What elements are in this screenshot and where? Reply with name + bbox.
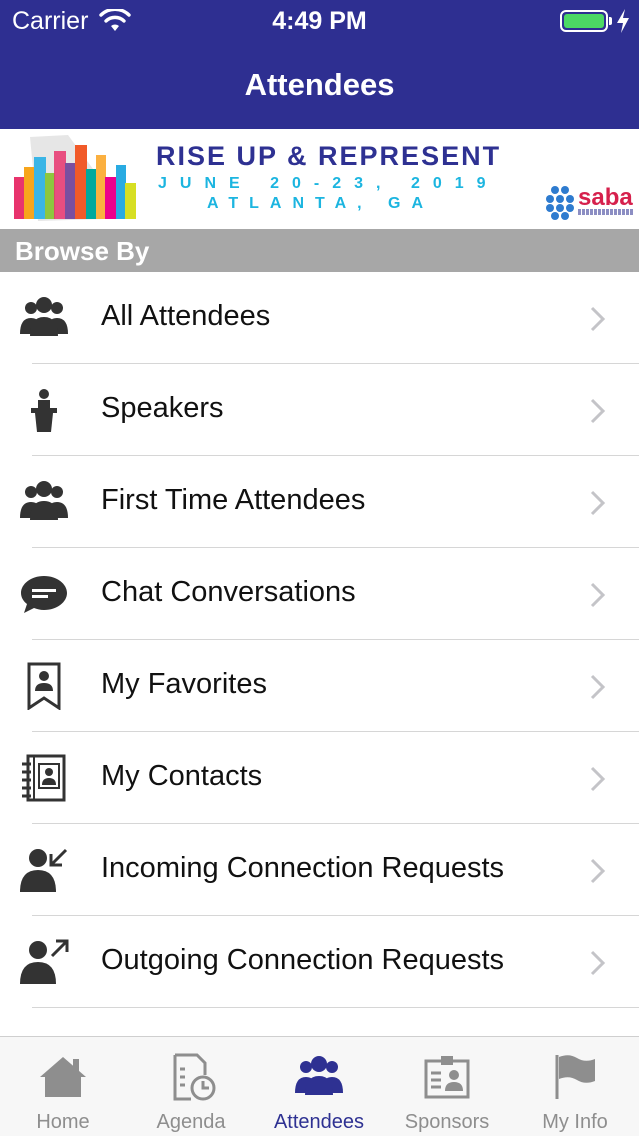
chevron-right-icon <box>590 398 606 424</box>
list-item-speakers[interactable]: Speakers <box>0 364 639 456</box>
banner-title: RISE UP & REPRESENT <box>156 141 502 171</box>
chevron-right-icon <box>590 582 606 608</box>
list-item-label: First Time Attendees <box>101 484 366 516</box>
tab-agenda[interactable]: Agenda <box>128 1037 254 1136</box>
event-banner[interactable]: RISE UP & REPRESENT JUNE 20-23, 2019 ATL… <box>0 129 639 229</box>
skyline-logo-icon <box>14 135 136 221</box>
list-item-my-favorites[interactable]: My Favorites <box>0 640 639 732</box>
tab-label: Agenda <box>156 1111 226 1133</box>
list-item-first-time-attendees[interactable]: First Time Attendees <box>0 456 639 548</box>
list-item-label: Incoming Connection Requests <box>101 852 505 884</box>
chevron-right-icon <box>590 950 606 976</box>
chevron-right-icon <box>590 306 606 332</box>
list-item-label: Speakers <box>101 392 224 424</box>
chevron-right-icon <box>590 858 606 884</box>
bookmark-person-icon <box>27 662 61 710</box>
banner-city: ATLANTA, GA <box>207 195 435 212</box>
sponsors-badge-icon <box>424 1056 470 1099</box>
browse-list: All Attendees Speakers First Time Attend… <box>0 272 639 1008</box>
tab-sponsors[interactable]: Sponsors <box>384 1037 510 1136</box>
section-header: Browse By <box>0 229 639 272</box>
group-icon <box>20 297 68 336</box>
list-item-outgoing-connection-requests[interactable]: Outgoing Connection Requests <box>0 916 639 1008</box>
list-item-all-attendees[interactable]: All Attendees <box>0 272 639 364</box>
list-item-incoming-connection-requests[interactable]: Incoming Connection Requests <box>0 824 639 916</box>
saba-logo-icon <box>546 186 574 220</box>
saba-logo-text: saba <box>578 184 633 211</box>
tab-label: My Info <box>542 1111 608 1133</box>
tab-label: Home <box>36 1111 90 1133</box>
list-item-label: My Contacts <box>101 760 263 792</box>
tab-label: Sponsors <box>404 1111 490 1133</box>
list-item-label: Outgoing Connection Requests <box>101 944 505 976</box>
person-outgoing-icon <box>20 939 69 984</box>
chevron-right-icon <box>590 490 606 516</box>
chevron-right-icon <box>590 674 606 700</box>
banner-dates: JUNE 20-23, 2019 <box>158 175 499 192</box>
group-icon <box>20 481 68 520</box>
list-item-chat-conversations[interactable]: Chat Conversations <box>0 548 639 640</box>
tab-label: Attendees <box>273 1111 365 1133</box>
status-bar: Carrier 4:49 PM <box>0 0 639 42</box>
list-item-label: My Favorites <box>101 668 267 700</box>
tab-home[interactable]: Home <box>0 1037 126 1136</box>
saba-logo-tagline <box>578 209 634 215</box>
navigation-header: Carrier 4:49 PM Attendees <box>0 0 639 129</box>
flag-icon <box>555 1055 595 1099</box>
agenda-clock-icon <box>173 1053 216 1101</box>
list-item-label: All Attendees <box>101 300 271 332</box>
tab-bar: Home Agenda Attendees Sponsors My Info <box>0 1036 639 1136</box>
chevron-right-icon <box>590 766 606 792</box>
person-incoming-icon <box>20 848 68 892</box>
attendees-icon <box>295 1056 343 1095</box>
list-item-label: Chat Conversations <box>101 576 356 608</box>
chat-bubble-icon <box>21 576 67 613</box>
tab-my-info[interactable]: My Info <box>512 1037 638 1136</box>
tab-attendees[interactable]: Attendees <box>256 1037 382 1136</box>
page-title: Attendees <box>244 67 395 102</box>
home-icon <box>40 1057 86 1097</box>
status-time: 4:49 PM <box>272 7 367 35</box>
battery-cap <box>609 17 612 25</box>
address-book-icon <box>22 754 66 802</box>
list-item-my-contacts[interactable]: My Contacts <box>0 732 639 824</box>
battery-icon <box>560 10 608 32</box>
charging-bolt-icon <box>617 9 629 33</box>
podium-icon <box>31 389 57 432</box>
section-header-label: Browse By <box>15 236 150 266</box>
